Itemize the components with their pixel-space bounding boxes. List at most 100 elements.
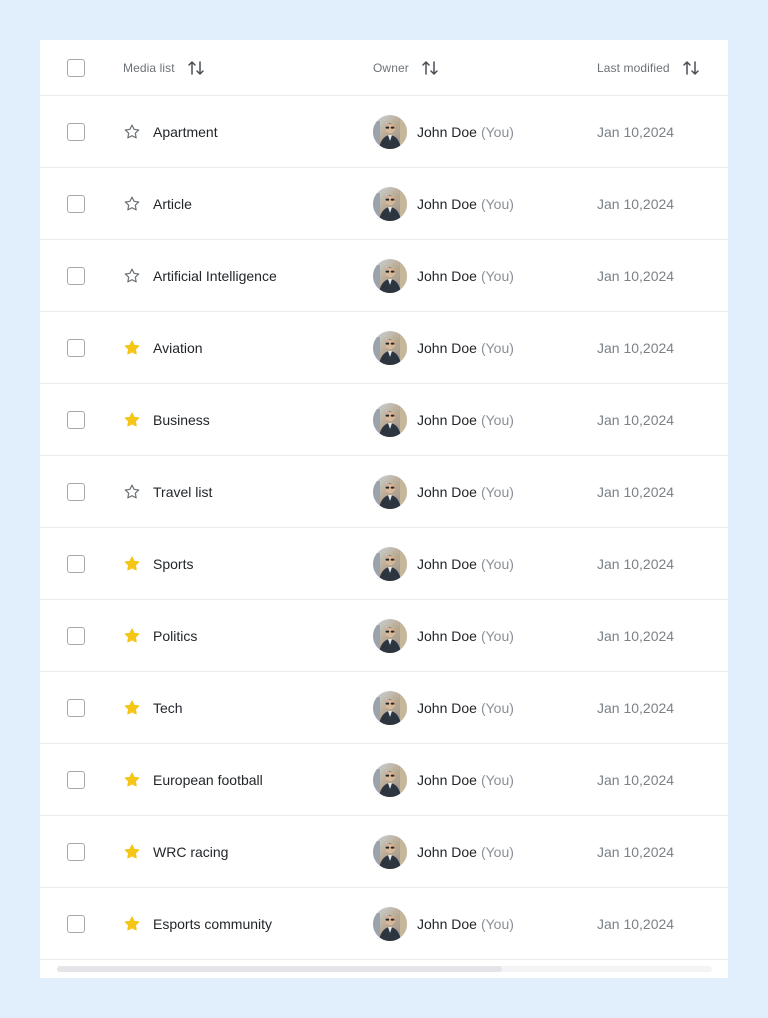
media-list-cell: Politics bbox=[123, 600, 197, 671]
owner-you-tag: (You) bbox=[480, 627, 514, 644]
sort-icon[interactable] bbox=[682, 59, 700, 77]
last-modified-cell: Jan 10,2024 bbox=[597, 528, 674, 599]
last-modified-cell: Jan 10,2024 bbox=[597, 384, 674, 455]
owner-you-tag: (You) bbox=[480, 339, 514, 356]
last-modified-cell: Jan 10,2024 bbox=[597, 888, 674, 959]
avatar bbox=[373, 402, 407, 437]
owner-cell: John Doe (You) bbox=[373, 168, 514, 239]
media-list-name[interactable]: Travel list bbox=[153, 484, 212, 500]
header-owner-label: Owner bbox=[373, 60, 409, 75]
table-row[interactable]: Politics John Doe (You) Jan 10,2024 bbox=[40, 600, 728, 672]
row-checkbox[interactable] bbox=[67, 122, 85, 141]
table-row[interactable]: Tech John Doe (You) Jan 10,2024 bbox=[40, 672, 728, 744]
owner-name: John Doe bbox=[417, 843, 477, 860]
star-filled-icon[interactable] bbox=[123, 699, 141, 717]
row-checkbox[interactable] bbox=[67, 338, 85, 357]
media-list-name[interactable]: Artificial Intelligence bbox=[153, 268, 277, 284]
owner-you-tag: (You) bbox=[480, 771, 514, 788]
table-row[interactable]: Esports community John Doe (You) Jan 10,… bbox=[40, 888, 728, 960]
avatar bbox=[373, 114, 407, 149]
table-row[interactable]: Apartment John Doe (You) Jan 10,2024 bbox=[40, 96, 728, 168]
avatar bbox=[373, 690, 407, 725]
avatar bbox=[373, 762, 407, 797]
row-checkbox[interactable] bbox=[67, 914, 85, 933]
table-row[interactable]: Business John Doe (You) Jan 10,2024 bbox=[40, 384, 728, 456]
avatar bbox=[373, 834, 407, 869]
scrollbar-thumb[interactable] bbox=[57, 966, 503, 972]
star-outline-icon[interactable] bbox=[123, 267, 141, 285]
row-checkbox[interactable] bbox=[67, 194, 85, 213]
table-row[interactable]: WRC racing John Doe (You) Jan 10,2024 bbox=[40, 816, 728, 888]
last-modified-cell: Jan 10,2024 bbox=[597, 744, 674, 815]
header-owner[interactable]: Owner bbox=[373, 40, 439, 95]
horizontal-scrollbar[interactable] bbox=[57, 966, 712, 972]
last-modified-date: Jan 10,2024 bbox=[597, 267, 675, 284]
media-list-name[interactable]: Esports community bbox=[153, 916, 272, 932]
media-list-cell: Travel list bbox=[123, 456, 212, 527]
last-modified-date: Jan 10,2024 bbox=[597, 771, 675, 788]
owner-cell: John Doe (You) bbox=[373, 312, 514, 383]
owner-you-tag: (You) bbox=[480, 411, 514, 428]
row-checkbox[interactable] bbox=[67, 554, 85, 573]
last-modified-date: Jan 10,2024 bbox=[597, 195, 675, 212]
sort-icon[interactable] bbox=[187, 59, 205, 77]
last-modified-cell: Jan 10,2024 bbox=[597, 168, 674, 239]
star-filled-icon[interactable] bbox=[123, 411, 141, 429]
row-checkbox[interactable] bbox=[67, 266, 85, 285]
table-body: Apartment John Doe (You) Jan 10,2024 Art… bbox=[40, 96, 728, 960]
table-row[interactable]: European football John Doe (You) Jan 10,… bbox=[40, 744, 728, 816]
media-list-name[interactable]: Business bbox=[153, 412, 210, 428]
last-modified-cell: Jan 10,2024 bbox=[597, 456, 674, 527]
last-modified-date: Jan 10,2024 bbox=[597, 699, 675, 716]
row-checkbox[interactable] bbox=[67, 482, 85, 501]
star-outline-icon[interactable] bbox=[123, 483, 141, 501]
row-checkbox[interactable] bbox=[67, 410, 85, 429]
media-list-name[interactable]: Tech bbox=[153, 700, 183, 716]
owner-name: John Doe bbox=[417, 195, 477, 212]
media-list-name[interactable]: Article bbox=[153, 196, 192, 212]
last-modified-cell: Jan 10,2024 bbox=[597, 816, 674, 887]
table-row[interactable]: Article John Doe (You) Jan 10,2024 bbox=[40, 168, 728, 240]
star-filled-icon[interactable] bbox=[123, 339, 141, 357]
table-row[interactable]: Travel list John Doe (You) Jan 10,2024 bbox=[40, 456, 728, 528]
header-media-list[interactable]: Media list bbox=[123, 40, 205, 95]
media-list-cell: Apartment bbox=[123, 96, 218, 167]
star-filled-icon[interactable] bbox=[123, 771, 141, 789]
star-outline-icon[interactable] bbox=[123, 195, 141, 213]
table-row[interactable]: Sports John Doe (You) Jan 10,2024 bbox=[40, 528, 728, 600]
avatar bbox=[373, 186, 407, 221]
media-list-name[interactable]: Apartment bbox=[153, 124, 218, 140]
last-modified-cell: Jan 10,2024 bbox=[597, 312, 674, 383]
row-checkbox[interactable] bbox=[67, 626, 85, 645]
star-filled-icon[interactable] bbox=[123, 843, 141, 861]
select-all-checkbox[interactable] bbox=[67, 58, 85, 77]
owner-cell: John Doe (You) bbox=[373, 384, 514, 455]
star-filled-icon[interactable] bbox=[123, 555, 141, 573]
star-filled-icon[interactable] bbox=[123, 627, 141, 645]
star-filled-icon[interactable] bbox=[123, 915, 141, 933]
table-row[interactable]: Aviation John Doe (You) Jan 10,2024 bbox=[40, 312, 728, 384]
media-list-name[interactable]: European football bbox=[153, 772, 263, 788]
media-list-name[interactable]: WRC racing bbox=[153, 844, 228, 860]
media-list-name[interactable]: Sports bbox=[153, 556, 193, 572]
media-list-name[interactable]: Politics bbox=[153, 628, 197, 644]
media-list-cell: European football bbox=[123, 744, 263, 815]
owner-you-tag: (You) bbox=[480, 843, 514, 860]
row-checkbox[interactable] bbox=[67, 698, 85, 717]
owner-cell: John Doe (You) bbox=[373, 744, 514, 815]
owner-name: John Doe bbox=[417, 627, 477, 644]
row-checkbox[interactable] bbox=[67, 770, 85, 789]
owner-cell: John Doe (You) bbox=[373, 816, 514, 887]
avatar bbox=[373, 906, 407, 941]
owner-you-tag: (You) bbox=[480, 915, 514, 932]
star-outline-icon[interactable] bbox=[123, 123, 141, 141]
last-modified-cell: Jan 10,2024 bbox=[597, 96, 674, 167]
row-checkbox[interactable] bbox=[67, 842, 85, 861]
owner-name: John Doe bbox=[417, 771, 477, 788]
avatar bbox=[373, 330, 407, 365]
table-row[interactable]: Artificial Intelligence John Doe (You) J… bbox=[40, 240, 728, 312]
media-list-name[interactable]: Aviation bbox=[153, 340, 203, 356]
sort-icon[interactable] bbox=[421, 59, 439, 77]
header-last-modified[interactable]: Last modified bbox=[597, 40, 700, 95]
header-last-modified-label: Last modified bbox=[597, 60, 670, 75]
